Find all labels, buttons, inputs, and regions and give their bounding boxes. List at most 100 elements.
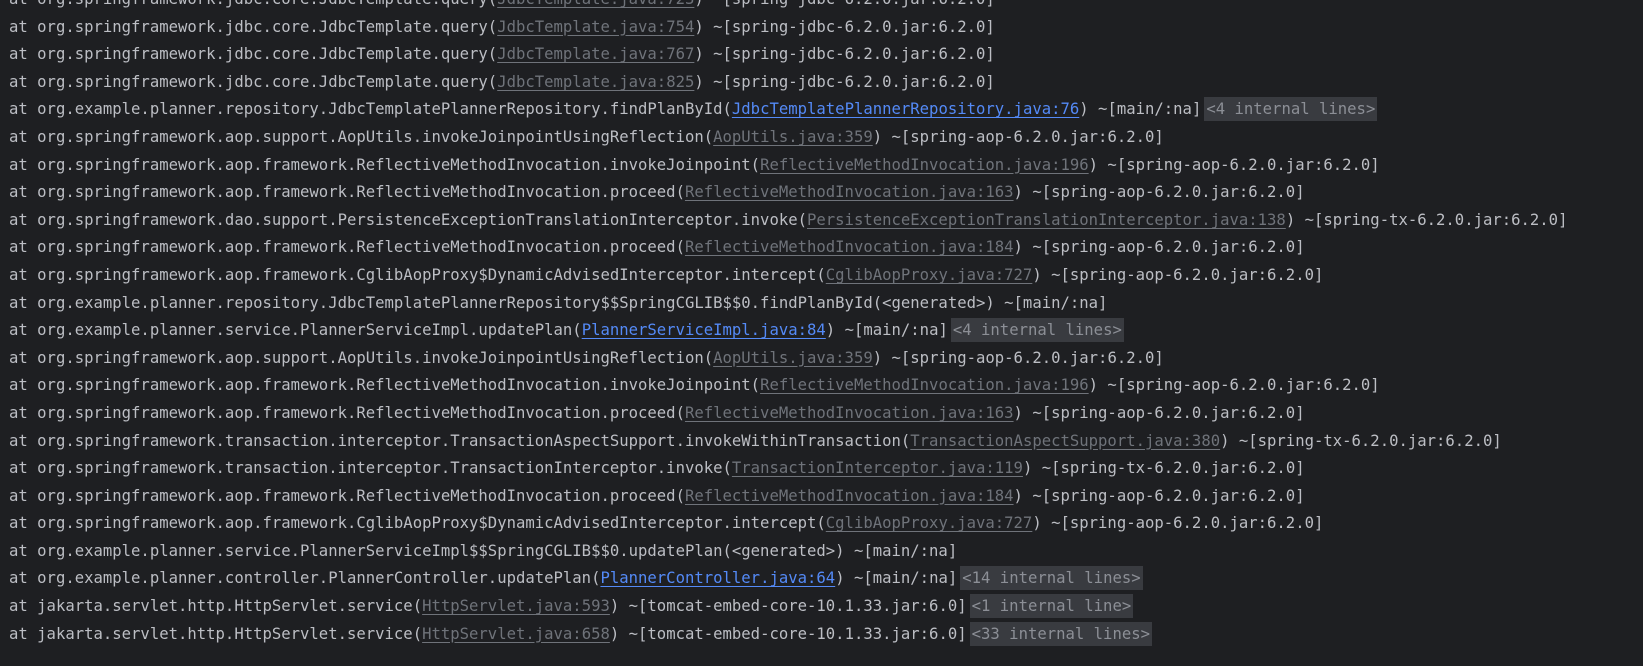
frame-location: ) ~[spring-aop-6.2.0.jar:6.2.0] — [1032, 514, 1324, 533]
source-link[interactable]: JdbcTemplate.java:825 — [497, 73, 694, 91]
stack-trace-line: at org.springframework.jdbc.core.JdbcTem… — [9, 14, 1567, 42]
stack-trace: at org.springframework.jdbc.core.JdbcTem… — [9, 0, 1567, 648]
stack-trace-line: at jakarta.servlet.http.HttpServlet.serv… — [9, 621, 1567, 649]
frame-text: at jakarta.servlet.http.HttpServlet.serv… — [9, 597, 423, 616]
stack-trace-line: at org.springframework.aop.framework.Ref… — [9, 372, 1567, 400]
frame-location: ) ~[spring-tx-6.2.0.jar:6.2.0] — [1285, 210, 1568, 229]
frame-text: at org.springframework.aop.framework.Ref… — [9, 183, 685, 202]
stack-trace-line: at org.springframework.aop.framework.Ref… — [9, 152, 1567, 180]
frame-location: ) ~[spring-aop-6.2.0.jar:6.2.0] — [1013, 183, 1305, 202]
frame-text: at org.springframework.aop.framework.Ref… — [9, 376, 761, 395]
source-link[interactable]: ReflectiveMethodInvocation.java:184 — [685, 238, 1014, 256]
stack-trace-line: at org.springframework.aop.framework.Cgl… — [9, 510, 1567, 538]
stack-trace-line: at org.springframework.aop.framework.Ref… — [9, 179, 1567, 207]
internal-lines-fold[interactable]: <4 internal lines> — [950, 318, 1124, 343]
stack-trace-line: at org.springframework.dao.support.Persi… — [9, 207, 1567, 235]
console-output[interactable]: at org.springframework.jdbc.core.JdbcTem… — [0, 0, 1643, 666]
source-link[interactable]: ReflectiveMethodInvocation.java:163 — [685, 404, 1014, 422]
frame-text: at org.example.planner.service.PlannerSe… — [9, 321, 582, 340]
internal-lines-fold[interactable]: <14 internal lines> — [960, 566, 1143, 591]
stack-trace-line: at org.example.planner.repository.JdbcTe… — [9, 290, 1567, 318]
source-link[interactable]: PlannerServiceImpl.java:84 — [582, 321, 826, 339]
frame-text: at org.springframework.jdbc.core.JdbcTem… — [9, 0, 497, 8]
source-link[interactable]: JdbcTemplate.java:723 — [497, 0, 694, 8]
frame-location: ) ~[spring-jdbc-6.2.0.jar:6.2.0] — [694, 45, 995, 64]
frame-text: at org.springframework.jdbc.core.JdbcTem… — [9, 72, 498, 91]
frame-text: at org.springframework.transaction.inter… — [9, 431, 911, 450]
frame-text: at org.springframework.aop.framework.Ref… — [9, 403, 685, 422]
source-link[interactable]: ReflectiveMethodInvocation.java:196 — [760, 376, 1089, 394]
frame-text: at org.springframework.aop.support.AopUt… — [9, 127, 714, 146]
frame-text: at org.springframework.aop.framework.Ref… — [9, 486, 685, 505]
frame-text: at org.springframework.aop.framework.Cgl… — [9, 514, 826, 533]
frame-location: ) ~[spring-tx-6.2.0.jar:6.2.0] — [1220, 431, 1502, 450]
frame-location: ) ~[spring-aop-6.2.0.jar:6.2.0] — [1032, 265, 1324, 284]
stack-trace-line: at org.springframework.transaction.inter… — [9, 428, 1567, 456]
stack-trace-line: at org.springframework.jdbc.core.JdbcTem… — [9, 69, 1567, 97]
source-link[interactable]: JdbcTemplatePlannerRepository.java:76 — [732, 100, 1079, 118]
source-link[interactable]: JdbcTemplate.java:754 — [497, 18, 694, 36]
stack-trace-line: at org.springframework.aop.framework.Ref… — [9, 483, 1567, 511]
frame-text: at org.springframework.aop.framework.Cgl… — [9, 265, 826, 284]
source-link[interactable]: AopUtils.java:359 — [713, 128, 873, 146]
frame-text: at org.springframework.transaction.inter… — [9, 459, 732, 478]
source-link[interactable]: HttpServlet.java:658 — [422, 625, 610, 643]
source-link[interactable]: ReflectiveMethodInvocation.java:184 — [685, 487, 1014, 505]
stack-trace-line: at org.springframework.jdbc.core.JdbcTem… — [9, 41, 1567, 69]
frame-text: at org.springframework.aop.framework.Ref… — [9, 155, 761, 174]
stack-trace-line: at org.example.planner.repository.JdbcTe… — [9, 96, 1567, 124]
source-link[interactable]: AopUtils.java:359 — [713, 349, 873, 367]
source-link[interactable]: ReflectiveMethodInvocation.java:196 — [760, 156, 1089, 174]
frame-location: ) ~[tomcat-embed-core-10.1.33.jar:6.0] — [609, 624, 967, 643]
stack-trace-line: at org.example.planner.service.PlannerSe… — [9, 538, 1567, 566]
frame-text: at org.example.planner.repository.JdbcTe… — [9, 100, 732, 119]
stack-trace-line: at org.springframework.aop.framework.Ref… — [9, 234, 1567, 262]
frame-location: ) ~[main/:na] — [825, 321, 948, 340]
source-link[interactable]: CglibAopProxy.java:727 — [826, 514, 1033, 532]
stack-trace-line: at org.springframework.aop.framework.Ref… — [9, 400, 1567, 428]
source-link[interactable]: PersistenceExceptionTranslationIntercept… — [807, 211, 1286, 229]
source-link[interactable]: ReflectiveMethodInvocation.java:163 — [685, 183, 1014, 201]
frame-text: at org.springframework.jdbc.core.JdbcTem… — [9, 45, 498, 64]
frame-text: at org.example.planner.repository.JdbcTe… — [9, 293, 1108, 312]
frame-location: ) ~[tomcat-embed-core-10.1.33.jar:6.0] — [609, 597, 967, 616]
internal-lines-fold[interactable]: <1 internal line> — [969, 594, 1134, 619]
internal-lines-fold[interactable]: <33 internal lines> — [969, 621, 1153, 646]
source-link[interactable]: HttpServlet.java:593 — [422, 597, 610, 615]
stack-trace-line: at org.springframework.aop.support.AopUt… — [9, 124, 1567, 152]
frame-text: at org.example.planner.service.PlannerSe… — [9, 541, 958, 560]
stack-trace-line: at org.springframework.aop.framework.Cgl… — [9, 262, 1567, 290]
internal-lines-fold[interactable]: <4 internal lines> — [1204, 97, 1378, 122]
stack-trace-line: at org.example.planner.controller.Planne… — [9, 565, 1567, 593]
frame-location: ) ~[spring-aop-6.2.0.jar:6.2.0] — [1013, 238, 1305, 257]
stack-trace-line: at org.springframework.transaction.inter… — [9, 455, 1567, 483]
source-link[interactable]: TransactionAspectSupport.java:380 — [910, 432, 1220, 450]
source-link[interactable]: TransactionInterceptor.java:119 — [732, 459, 1023, 477]
frame-location: ) ~[spring-jdbc-6.2.0.jar:6.2.0] — [694, 0, 994, 8]
frame-location: ) ~[spring-aop-6.2.0.jar:6.2.0] — [1013, 403, 1305, 422]
frame-location: ) ~[spring-aop-6.2.0.jar:6.2.0] — [1013, 486, 1305, 505]
stack-trace-line: at org.springframework.aop.support.AopUt… — [9, 345, 1567, 373]
frame-location: ) ~[main/:na] — [835, 569, 958, 588]
stack-trace-line: at org.springframework.jdbc.core.JdbcTem… — [9, 0, 1567, 14]
frame-location: ) ~[spring-aop-6.2.0.jar:6.2.0] — [1088, 155, 1380, 174]
frame-location: ) ~[spring-aop-6.2.0.jar:6.2.0] — [1088, 376, 1380, 395]
source-link[interactable]: PlannerController.java:64 — [600, 569, 835, 587]
frame-location: ) ~[spring-aop-6.2.0.jar:6.2.0] — [872, 127, 1164, 146]
frame-text: at org.example.planner.controller.Planne… — [9, 569, 601, 588]
frame-text: at org.springframework.dao.support.Persi… — [9, 210, 807, 229]
frame-location: ) ~[spring-jdbc-6.2.0.jar:6.2.0] — [694, 72, 995, 91]
frame-location: ) ~[spring-jdbc-6.2.0.jar:6.2.0] — [694, 17, 995, 36]
frame-text: at org.springframework.aop.framework.Ref… — [9, 238, 685, 257]
vertical-scrollbar[interactable] — [1634, 0, 1643, 666]
stack-trace-line: at org.example.planner.service.PlannerSe… — [9, 317, 1567, 345]
stack-trace-line: at jakarta.servlet.http.HttpServlet.serv… — [9, 593, 1567, 621]
frame-location: ) ~[spring-tx-6.2.0.jar:6.2.0] — [1022, 459, 1305, 478]
source-link[interactable]: JdbcTemplate.java:767 — [497, 45, 694, 63]
frame-text: at jakarta.servlet.http.HttpServlet.serv… — [9, 624, 423, 643]
source-link[interactable]: CglibAopProxy.java:727 — [826, 266, 1033, 284]
frame-text: at org.springframework.aop.support.AopUt… — [9, 348, 714, 367]
frame-location: ) ~[main/:na] — [1079, 100, 1202, 119]
frame-text: at org.springframework.jdbc.core.JdbcTem… — [9, 17, 498, 36]
frame-location: ) ~[spring-aop-6.2.0.jar:6.2.0] — [872, 348, 1164, 367]
